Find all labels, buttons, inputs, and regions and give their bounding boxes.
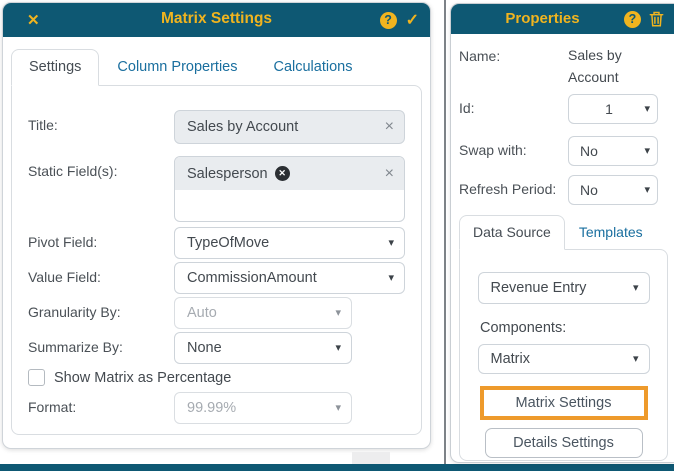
pivot-field-select[interactable]: TypeOfMove ▾: [174, 227, 405, 259]
show-matrix-checkbox[interactable]: [28, 369, 45, 386]
caret-down-icon: ▾: [335, 341, 341, 354]
components-value: Matrix: [490, 351, 530, 367]
summarize-by-label: Summarize By:: [28, 339, 123, 355]
details-settings-wrap: Details Settings: [484, 428, 643, 458]
show-matrix-label: Show Matrix as Percentage: [54, 369, 232, 386]
caret-down-icon: ▾: [644, 144, 650, 157]
components-select[interactable]: Matrix ▾: [477, 344, 650, 374]
summarize-by-select[interactable]: None ▾: [174, 332, 352, 364]
static-fields-label: Static Field(s):: [28, 163, 118, 179]
properties-title: Properties: [505, 10, 580, 27]
bottom-window-edge: [0, 464, 674, 471]
summarize-by-row: Summarize By: None ▾: [28, 332, 405, 364]
value-field-row: Value Field: CommissionAmount ▾: [28, 262, 405, 294]
confirm-check-icon[interactable]: ✓: [406, 10, 419, 30]
refresh-period-value: No: [580, 182, 598, 198]
granularity-by-value: Auto: [187, 305, 217, 321]
name-row: Name: Sales by Account: [459, 42, 658, 88]
properties-body: Name: Sales by Account Id: 1 ▾ Swap with…: [451, 34, 674, 461]
screen: ✕ Matrix Settings ? ✓ Settings Column Pr…: [0, 0, 674, 471]
caret-down-icon: ▾: [335, 306, 341, 319]
tab-data-source[interactable]: Data Source: [459, 215, 565, 250]
data-source-value: Revenue Entry: [490, 280, 587, 296]
matrix-settings-header: ✕ Matrix Settings ? ✓: [3, 3, 430, 37]
swap-with-select[interactable]: No ▾: [568, 136, 658, 166]
value-field-value: CommissionAmount: [187, 270, 317, 286]
id-label: Id:: [459, 100, 475, 116]
tab-settings[interactable]: Settings: [11, 49, 100, 86]
name-value: Sales by Account: [568, 47, 622, 85]
details-settings-button[interactable]: Details Settings: [484, 428, 643, 458]
data-source-tab-content: Revenue Entry ▾ Components: Matrix ▾ Mat…: [459, 249, 668, 461]
remove-chip-icon[interactable]: ✕: [274, 166, 290, 181]
dialog-tabs: Settings Column Properties Calculations: [11, 49, 422, 86]
properties-tabs: Data Source Templates: [459, 215, 668, 250]
caret-down-icon: ▾: [644, 183, 650, 196]
dialog-title: Matrix Settings: [160, 10, 273, 27]
header-actions: ? ✓: [379, 3, 419, 37]
matrix-settings-button[interactable]: Matrix Settings: [483, 390, 644, 416]
id-select[interactable]: 1 ▾: [568, 94, 658, 124]
name-label: Name:: [459, 48, 501, 64]
caret-down-icon: ▾: [632, 352, 639, 365]
dialog-body: Settings Column Properties Calculations …: [3, 37, 430, 435]
value-field-label: Value Field:: [28, 269, 101, 285]
tab-templates[interactable]: Templates: [565, 215, 657, 250]
refresh-period-label: Refresh Period:: [459, 181, 557, 197]
settings-tab-content: Title: Sales by Account × Static Field(s…: [11, 85, 422, 435]
caret-down-icon: ▾: [644, 102, 650, 115]
title-input[interactable]: Sales by Account ×: [174, 110, 405, 144]
show-matrix-row: Show Matrix as Percentage: [28, 369, 405, 386]
clear-static-fields-icon[interactable]: ×: [385, 165, 394, 182]
static-fields-input[interactable]: Salesperson ✕ ×: [174, 156, 405, 222]
title-row: Title: Sales by Account ×: [28, 110, 405, 144]
swap-with-row: Swap with: No ▾: [459, 136, 658, 166]
tab-calculations[interactable]: Calculations: [255, 49, 370, 86]
properties-panel: Properties ? Name: Sales by Account Id: …: [450, 3, 674, 463]
tab-column-properties[interactable]: Column Properties: [99, 49, 255, 86]
matrix-settings-dialog: ✕ Matrix Settings ? ✓ Settings Column Pr…: [2, 2, 431, 449]
value-field-select[interactable]: CommissionAmount ▾: [174, 262, 405, 294]
format-value: 99.99%: [187, 400, 237, 416]
pivot-field-row: Pivot Field: TypeOfMove ▾: [28, 227, 405, 259]
clear-title-icon[interactable]: ×: [385, 119, 394, 135]
swap-with-label: Swap with:: [459, 142, 527, 158]
help-icon[interactable]: ?: [379, 11, 397, 29]
caret-down-icon: ▾: [335, 401, 341, 414]
swap-with-value: No: [580, 143, 598, 159]
caret-down-icon: ▾: [388, 236, 394, 249]
title-value: Sales by Account: [187, 119, 299, 135]
properties-header-actions: ?: [624, 4, 664, 34]
granularity-by-select[interactable]: Auto ▾: [174, 297, 352, 329]
trash-icon[interactable]: [649, 11, 664, 27]
pivot-field-value: TypeOfMove: [187, 235, 270, 251]
matrix-settings-highlight: Matrix Settings: [479, 386, 648, 420]
title-label: Title:: [28, 117, 58, 133]
refresh-period-row: Refresh Period: No ▾: [459, 175, 658, 205]
pivot-field-label: Pivot Field:: [28, 234, 98, 250]
static-fields-row: Static Field(s): Salesperson ✕ ×: [28, 156, 405, 222]
granularity-by-label: Granularity By:: [28, 304, 121, 320]
static-fields-chip-area: Salesperson ✕ ×: [175, 157, 404, 190]
caret-down-icon: ▾: [388, 271, 394, 284]
components-label: Components:: [480, 320, 567, 336]
granularity-by-row: Granularity By: Auto ▾: [28, 297, 405, 329]
format-row: Format: 99.99% ▾: [28, 392, 405, 424]
refresh-period-select[interactable]: No ▾: [568, 175, 658, 205]
format-label: Format:: [28, 399, 77, 415]
panel-separator: [444, 0, 446, 464]
id-value: 1: [605, 101, 613, 117]
help-icon[interactable]: ?: [624, 10, 641, 28]
caret-down-icon: ▾: [632, 281, 639, 294]
id-row: Id: 1 ▾: [459, 94, 658, 124]
format-select[interactable]: 99.99% ▾: [174, 392, 352, 424]
salesperson-chip: Salesperson ✕: [187, 166, 385, 182]
summarize-by-value: None: [187, 340, 222, 356]
properties-header: Properties ?: [451, 4, 674, 34]
chip-label: Salesperson: [187, 165, 268, 182]
data-source-select[interactable]: Revenue Entry ▾: [477, 272, 650, 304]
